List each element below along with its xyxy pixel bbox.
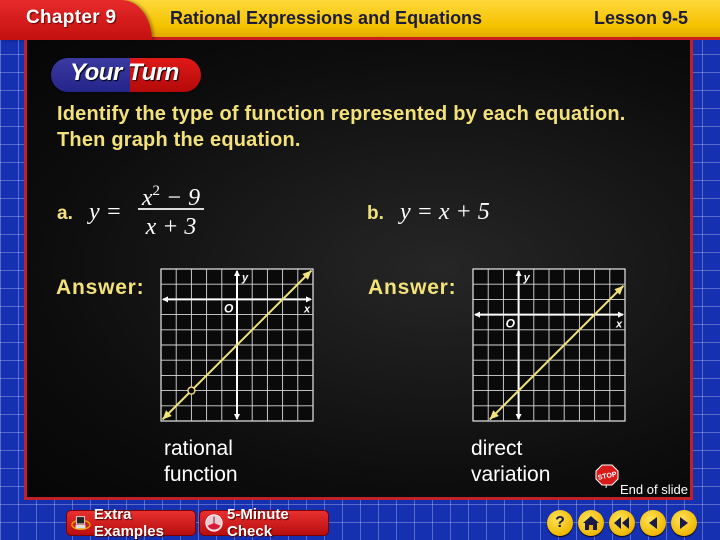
home-button[interactable] [578,510,604,536]
previous-slide-button[interactable] [640,510,666,536]
chapter-tab: Chapter 9 [0,0,152,40]
lesson-label: Lesson 9-5 [593,8,688,28]
clock-icon [205,514,223,532]
stop-sign-icon: STOP [595,464,619,488]
part-b-equation: y = x + 5 [400,199,490,225]
help-icon: ? [555,514,565,531]
part-a-lhs: y = [89,199,122,225]
part-a-answer-label: Answer: [56,276,145,299]
header-title: Rational Expressions and Equations [170,8,483,28]
part-a-label: a. [57,203,73,224]
x-axis-label: x [615,319,623,331]
y-axis-label: y [523,272,531,284]
y-axis-label: y [241,272,249,284]
part-b-answer-line2: variation [471,463,551,486]
origin-label: O [506,317,516,331]
part-a-answer-line2: function [164,463,238,486]
part-b-graph: y x O [472,268,626,422]
part-b-label: b. [367,203,384,224]
part-a-answer: rational function [164,436,238,488]
part-a-numerator: x2 − 9 [141,183,201,211]
part-a-graph: y x O [160,268,314,422]
header-bar: Chapter 9 Rational Expressions and Equat… [0,0,720,40]
part-a-fraction: x2 − 9 x + 3 [138,176,204,240]
five-minute-check-label: 5-Minute Check [227,506,289,540]
first-slide-button[interactable] [609,510,635,536]
part-b-answer: direct variation [471,436,550,488]
home-icon [583,516,599,530]
part-b-answer-label: Answer: [368,276,457,299]
next-slide-button[interactable] [671,510,697,536]
help-button[interactable]: ? [547,510,573,536]
part-b-answer-line1: direct [471,437,523,460]
your-turn-label: Your Turn [70,59,179,86]
part-a-answer-line1: rational [164,437,233,460]
computer-icon [71,516,91,531]
five-minute-check-button[interactable]: 5-Minute Check [199,506,329,540]
next-icon [680,517,688,529]
previous-icon [649,517,657,529]
extra-examples-label: Extra Examples [93,506,164,540]
part-a-denominator: x + 3 [145,213,197,240]
origin-label: O [224,301,234,315]
end-of-slide-label: End of slide [620,482,688,497]
chapter-label: Chapter 9 [26,7,117,28]
open-circle-hole [187,386,196,395]
x-axis-label: x [303,303,311,315]
rewind-icon [614,517,629,529]
extra-examples-button[interactable]: Extra Examples [66,506,196,540]
instructions: Identify the type of function represente… [57,103,626,151]
